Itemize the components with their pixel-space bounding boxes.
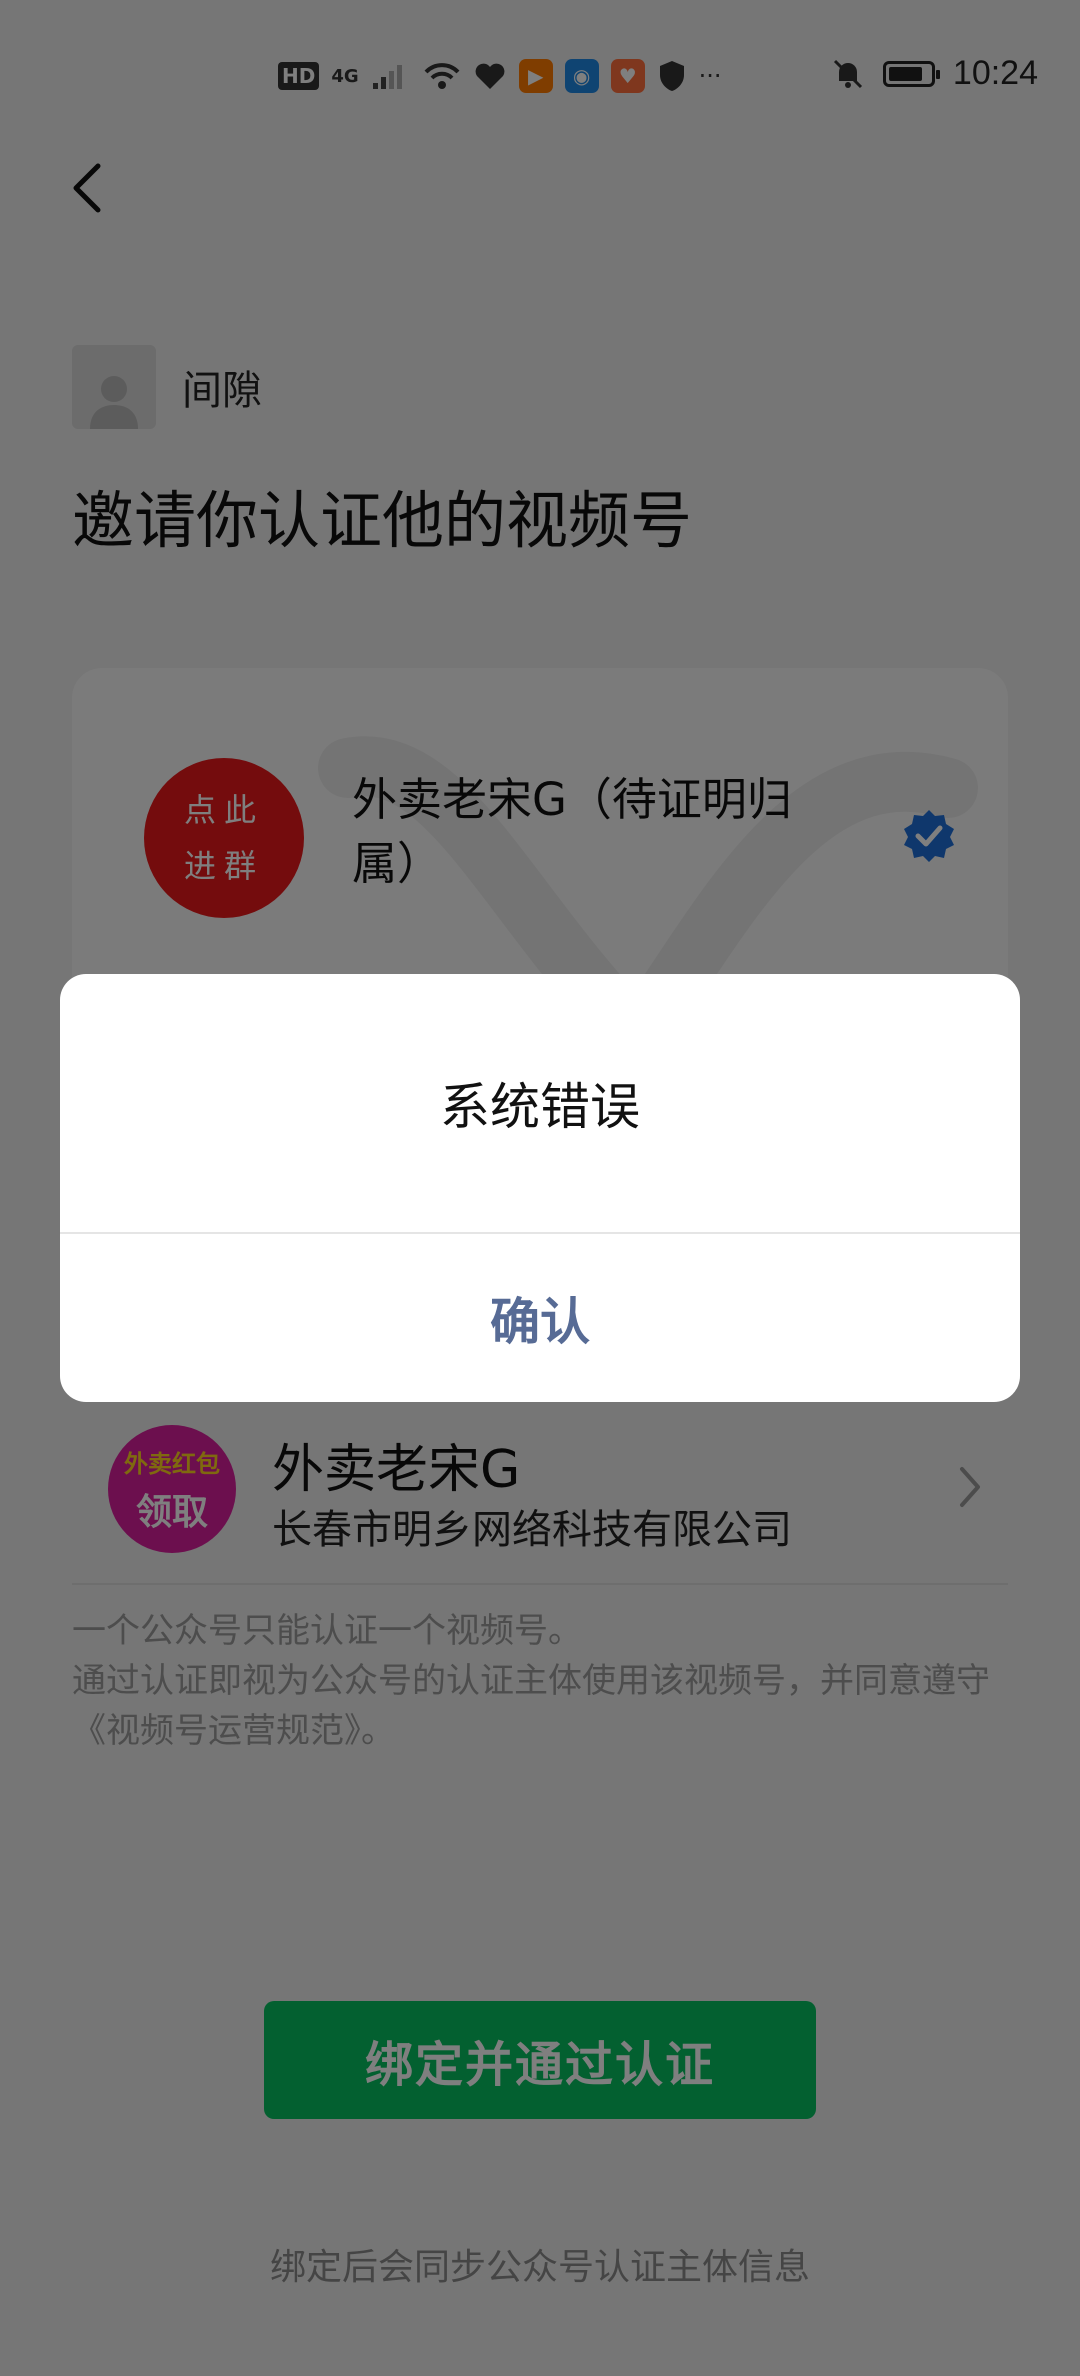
error-dialog: 系统错误 确认 (60, 974, 1020, 1402)
confirm-button[interactable]: 确认 (60, 1234, 1020, 1402)
dialog-message: 系统错误 (60, 974, 1020, 1234)
